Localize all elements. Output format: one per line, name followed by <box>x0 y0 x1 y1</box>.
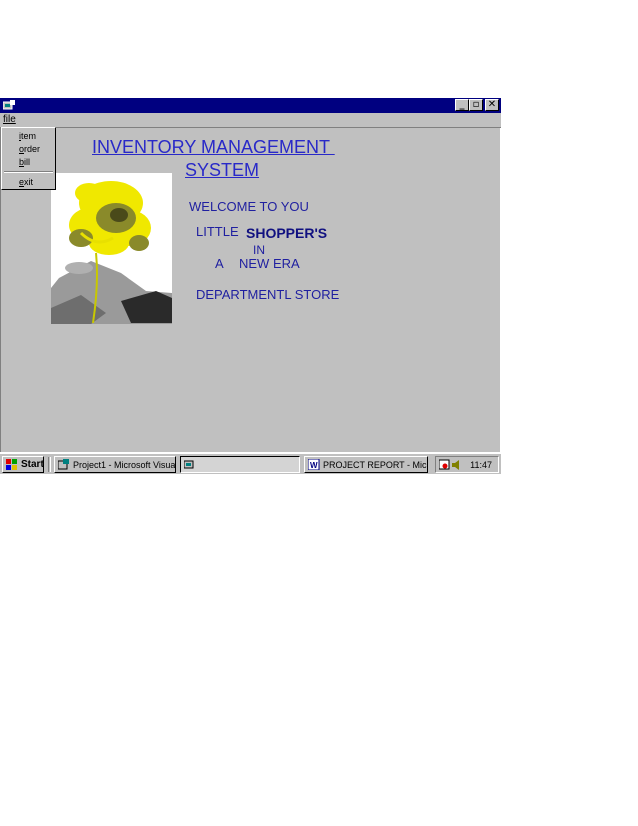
taskbar: Start Project1 - Microsoft Visual... W P… <box>0 453 501 474</box>
menu-item-order[interactable]: order <box>19 144 40 154</box>
word-document-icon: W <box>308 459 320 470</box>
windows-logo-icon <box>6 459 17 470</box>
minimize-button[interactable]: _ <box>455 99 469 111</box>
start-label: Start <box>21 459 44 470</box>
scheduler-icon[interactable] <box>439 459 450 470</box>
task-project-report-label: PROJECT REPORT - Mic... <box>323 459 428 470</box>
close-button[interactable]: ✕ <box>485 99 499 111</box>
sunflower-image <box>51 173 172 324</box>
system-tray: 11:47 <box>435 456 499 473</box>
a-text: A <box>215 256 224 271</box>
task-active-form[interactable] <box>180 456 300 473</box>
taskbar-divider <box>48 457 51 472</box>
little-text: LITTLE <box>196 224 239 239</box>
welcome-text: WELCOME TO YOU <box>189 199 309 214</box>
clock[interactable]: 11:47 <box>470 460 492 470</box>
window-titlebar[interactable]: _ ▫ ✕ <box>0 98 501 113</box>
svg-text:W: W <box>310 461 318 470</box>
menu-item-exit[interactable]: exit <box>19 177 33 187</box>
page-title-line2: SYSTEM <box>185 160 260 180</box>
file-dropdown-menu: item order bill exit <box>1 127 56 190</box>
speaker-icon[interactable] <box>452 460 463 470</box>
start-button[interactable]: Start <box>2 456 44 473</box>
screen: _ ▫ ✕ file item order bill exit INVENTOR… <box>0 98 501 474</box>
menu-separator <box>4 171 53 173</box>
app-icon <box>3 100 15 110</box>
menu-bar: file <box>0 113 501 128</box>
task-project-report[interactable]: W PROJECT REPORT - Mic... <box>304 456 428 473</box>
vb-project-icon <box>58 459 69 470</box>
menu-item-item[interactable]: item <box>19 131 36 141</box>
in-text: IN <box>253 243 265 257</box>
form-window-icon <box>184 460 194 469</box>
page-title: INVENTORY MANAGEMENT <box>92 137 335 157</box>
menu-item-bill[interactable]: bill <box>19 157 30 167</box>
store-text: DEPARTMENTL STORE <box>196 287 340 302</box>
menu-file[interactable]: file <box>3 114 16 125</box>
shoppers-text: SHOPPER'S <box>246 225 328 241</box>
new-era-text: NEW ERA <box>239 256 300 271</box>
task-project1[interactable]: Project1 - Microsoft Visual... <box>54 456 176 473</box>
task-project1-label: Project1 - Microsoft Visual... <box>73 459 176 470</box>
maximize-button[interactable]: ▫ <box>469 99 483 111</box>
